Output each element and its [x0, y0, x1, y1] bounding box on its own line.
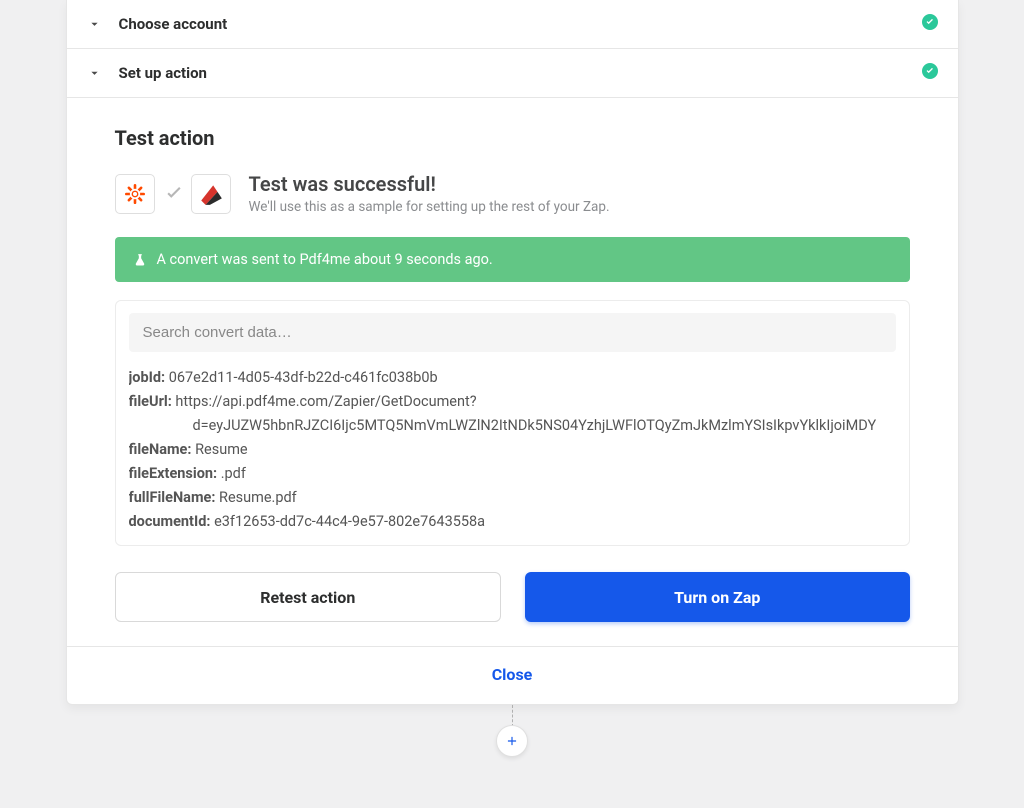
section-label: Choose account: [119, 15, 228, 33]
zap-editor-card: Choose account Set up action Test action: [66, 0, 959, 705]
test-action-panel: Test action: [67, 98, 958, 646]
success-sub: We'll use this as a sample for setting u…: [249, 199, 610, 215]
app-icon-pair: [115, 174, 231, 214]
check-icon: [922, 63, 938, 83]
add-step-button[interactable]: [496, 725, 528, 757]
field-value: .pdf: [221, 465, 246, 482]
success-text: Test was successful! We'll use this as a…: [249, 172, 610, 215]
test-success-row: Test was successful! We'll use this as a…: [115, 172, 910, 215]
turn-on-zap-button[interactable]: Turn on Zap: [525, 572, 910, 622]
result-data-card: jobId: 067e2d11-4d05-43df-b22d-c461fc038…: [115, 300, 910, 546]
close-button[interactable]: Close: [67, 646, 958, 704]
section-choose-account[interactable]: Choose account: [67, 0, 958, 49]
field-label: fileUrl:: [129, 393, 172, 410]
success-heading: Test was successful!: [249, 172, 610, 196]
check-icon: [163, 183, 185, 205]
field-label: jobId:: [129, 369, 166, 386]
field-label: documentId:: [129, 513, 211, 530]
connector-rail: [512, 705, 513, 727]
field-value: Resume: [195, 441, 248, 458]
retest-button[interactable]: Retest action: [115, 572, 502, 622]
field-label: fileExtension:: [129, 465, 218, 482]
plus-icon: [505, 734, 519, 748]
check-icon: [922, 14, 938, 34]
chevron-down-icon: [87, 17, 102, 32]
success-banner: A convert was sent to Pdf4me about 9 sec…: [115, 237, 910, 282]
add-step-area: [67, 705, 958, 755]
field-value: e3f12653-dd7c-44c4-9e57-802e7643558a: [214, 513, 485, 530]
zapier-icon: [115, 174, 155, 214]
section-label: Set up action: [119, 64, 207, 82]
field-value: Resume.pdf: [219, 489, 297, 506]
button-label: Retest action: [260, 588, 355, 607]
section-setup-action[interactable]: Set up action: [67, 49, 958, 98]
field-label: fileName:: [129, 441, 192, 458]
field-label: fullFileName:: [129, 489, 216, 506]
pdf4me-icon: [191, 174, 231, 214]
button-label: Close: [492, 665, 533, 684]
banner-text: A convert was sent to Pdf4me about 9 sec…: [157, 251, 493, 268]
button-label: Turn on Zap: [674, 588, 760, 607]
panel-title: Test action: [115, 126, 910, 150]
action-buttons: Retest action Turn on Zap: [115, 572, 910, 622]
field-value: d=eyJUZW5hbnRJZCI6Ijc5MTQ5NmVmLWZlN2ItND…: [193, 417, 877, 434]
result-fields[interactable]: jobId: 067e2d11-4d05-43df-b22d-c461fc038…: [129, 366, 896, 541]
chevron-down-icon: [87, 66, 102, 81]
field-value: 067e2d11-4d05-43df-b22d-c461fc038b0b: [169, 369, 438, 386]
flask-icon: [133, 253, 147, 267]
search-input[interactable]: [129, 313, 896, 352]
field-value: https://api.pdf4me.com/Zapier/GetDocumen…: [175, 393, 476, 410]
